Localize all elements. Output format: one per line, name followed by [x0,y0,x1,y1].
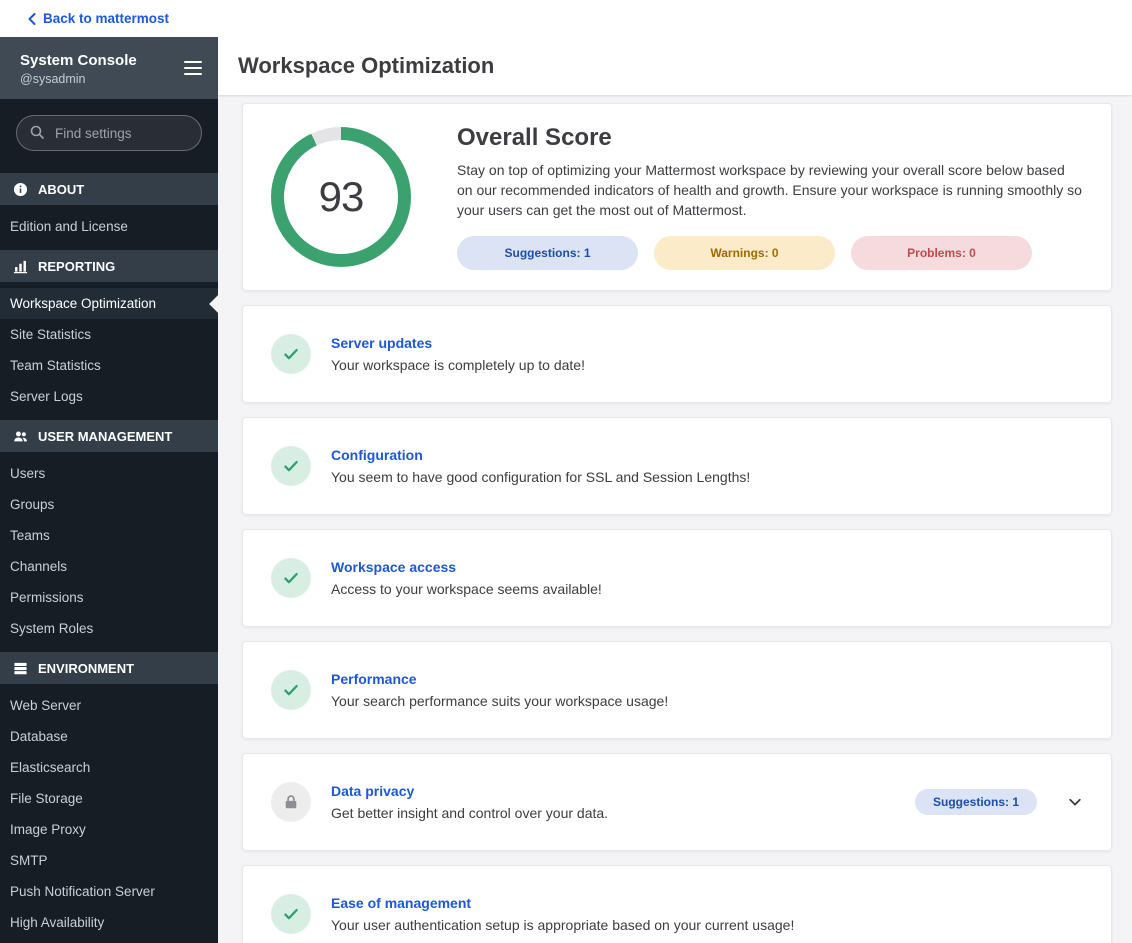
card-title-ease-of-management[interactable]: Ease of management [331,895,471,911]
card-description: Access to your workspace seems available… [331,581,602,597]
sidebar-item-rate-limiting[interactable]: Rate Limiting [0,938,218,943]
sidebar-item-push-notification-server[interactable]: Push Notification Server [0,876,218,907]
score-value: 93 [318,173,365,220]
chevron-left-icon [28,12,36,25]
chevron-down-icon[interactable] [1067,794,1083,810]
problems-chip: Problems: 0 [851,236,1032,270]
card-performance: Performance Your search performance suit… [242,641,1112,739]
card-title-workspace-access[interactable]: Workspace access [331,559,456,575]
suggestions-chip: Suggestions: 1 [914,789,1037,815]
card-title-configuration[interactable]: Configuration [331,447,423,463]
warnings-chip: Warnings: 0 [654,236,835,270]
main-panel: Workspace Optimization 93 Overall Score … [218,37,1132,943]
back-to-mattermost-link[interactable]: Back to mattermost [28,11,169,26]
score-ring: 93 [271,127,411,267]
sidebar-item-team-statistics[interactable]: Team Statistics [0,350,218,381]
section-header-reporting: REPORTING [0,250,218,282]
card-description: You seem to have good configuration for … [331,469,751,485]
users-icon [13,429,28,444]
sidebar-item-server-logs[interactable]: Server Logs [0,381,218,412]
sidebar-title: System Console [20,51,137,69]
sidebar-item-high-availability[interactable]: High Availability [0,907,218,938]
section-reporting: REPORTING Workspace Optimization Site St… [0,250,218,412]
sidebar-item-smtp[interactable]: SMTP [0,845,218,876]
content-area: 93 Overall Score Stay on top of optimizi… [218,95,1132,943]
sidebar-item-site-statistics[interactable]: Site Statistics [0,319,218,350]
check-icon [271,334,311,374]
sidebar-item-image-proxy[interactable]: Image Proxy [0,814,218,845]
check-icon [271,670,311,710]
score-chips: Suggestions: 1 Warnings: 0 Problems: 0 [457,236,1083,270]
card-title-server-updates[interactable]: Server updates [331,335,432,351]
sidebar-item-users[interactable]: Users [0,458,218,489]
check-icon [271,446,311,486]
info-icon [13,182,28,197]
sidebar-nav: ABOUT Edition and License REPORTING Work… [0,167,218,943]
section-header-user-management: USER MANAGEMENT [0,420,218,452]
card-description: Get better insight and control over your… [331,805,609,821]
section-about: ABOUT Edition and License [0,173,218,242]
page-header: Workspace Optimization [218,37,1132,95]
sidebar-item-edition-and-license[interactable]: Edition and License [0,211,218,242]
section-label: ENVIRONMENT [38,660,135,676]
check-icon [271,894,311,934]
sidebar-item-file-storage[interactable]: File Storage [0,783,218,814]
section-header-environment: ENVIRONMENT [0,652,218,684]
top-bar: Back to mattermost [0,0,1132,37]
sidebar-item-teams[interactable]: Teams [0,520,218,551]
section-user-management: USER MANAGEMENT Users Groups Teams Chann… [0,420,218,644]
section-label: ABOUT [38,181,85,197]
section-environment: ENVIRONMENT Web Server Database Elastics… [0,652,218,943]
sidebar-item-web-server[interactable]: Web Server [0,690,218,721]
card-server-updates: Server updates Your workspace is complet… [242,305,1112,403]
section-label: USER MANAGEMENT [38,428,173,444]
card-title-performance[interactable]: Performance [331,671,417,687]
overall-score-card: 93 Overall Score Stay on top of optimizi… [242,103,1112,291]
sidebar-item-channels[interactable]: Channels [0,551,218,582]
card-ease-of-management: Ease of management Your user authenticat… [242,865,1112,943]
sidebar-user: @sysadmin [20,71,86,86]
find-settings-input[interactable] [16,115,202,151]
overall-score-description: Stay on top of optimizing your Mattermos… [457,162,1082,218]
overall-score-title: Overall Score [457,124,612,151]
card-description: Your workspace is completely up to date! [331,357,585,373]
environment-icon [13,661,28,676]
card-configuration: Configuration You seem to have good conf… [242,417,1112,515]
sidebar-header: System Console @sysadmin [0,37,218,99]
lock-icon [271,782,311,822]
card-title-data-privacy[interactable]: Data privacy [331,783,414,799]
bar-chart-icon [13,259,28,274]
sidebar-item-permissions[interactable]: Permissions [0,582,218,613]
back-link-label: Back to mattermost [43,11,170,26]
check-icon [271,558,311,598]
card-workspace-access: Workspace access Access to your workspac… [242,529,1112,627]
section-label: REPORTING [38,258,116,274]
sidebar-item-database[interactable]: Database [0,721,218,752]
section-header-about: ABOUT [0,173,218,205]
sidebar-item-system-roles[interactable]: System Roles [0,613,218,644]
card-data-privacy: Data privacy Get better insight and cont… [242,753,1112,851]
menu-icon[interactable] [184,61,202,75]
card-description: Your search performance suits your works… [331,693,669,709]
sidebar-item-groups[interactable]: Groups [0,489,218,520]
sidebar-item-workspace-optimization[interactable]: Workspace Optimization [0,288,218,319]
system-console-sidebar: System Console @sysadmin ABOUT [0,37,218,943]
card-description: Your user authentication setup is approp… [331,917,795,933]
suggestions-chip: Suggestions: 1 [457,236,638,270]
page-title: Workspace Optimization [238,53,495,78]
sidebar-item-elasticsearch[interactable]: Elasticsearch [0,752,218,783]
